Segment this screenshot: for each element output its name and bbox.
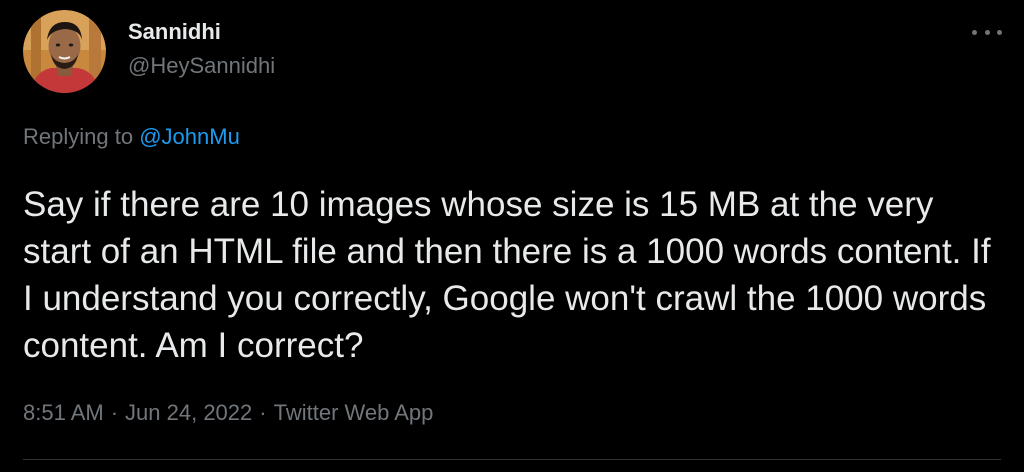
tweet-source[interactable]: Twitter Web App <box>274 400 434 425</box>
more-options-button[interactable] <box>972 24 1002 40</box>
more-horizontal-icon-dot <box>997 29 1002 35</box>
tweet-header: Sannidhi @HeySannidhi <box>23 10 275 93</box>
reply-mention-link[interactable]: @JohnMu <box>139 124 240 149</box>
tweet-card: Sannidhi @HeySannidhi Replying to @JohnM… <box>0 0 1024 472</box>
avatar[interactable] <box>23 10 106 93</box>
tweet-time[interactable]: 8:51 AM <box>23 400 104 425</box>
meta-separator: · <box>259 400 267 425</box>
more-horizontal-icon-dot <box>984 29 990 35</box>
author-names: Sannidhi @HeySannidhi <box>128 19 275 80</box>
replying-to-label: Replying to <box>23 124 134 149</box>
meta-separator: · <box>110 400 119 425</box>
tweet-date[interactable]: Jun 24, 2022 <box>125 400 252 425</box>
replying-to: Replying to @JohnMu <box>23 124 240 150</box>
divider <box>23 459 1001 460</box>
author-display-name[interactable]: Sannidhi <box>128 19 275 45</box>
tweet-meta: 8:51 AM · Jun 24, 2022 · Twitter Web App <box>23 400 433 426</box>
more-horizontal-icon <box>972 29 977 35</box>
tweet-text: Say if there are 10 images whose size is… <box>23 185 991 365</box>
author-handle[interactable]: @HeySannidhi <box>128 53 275 79</box>
